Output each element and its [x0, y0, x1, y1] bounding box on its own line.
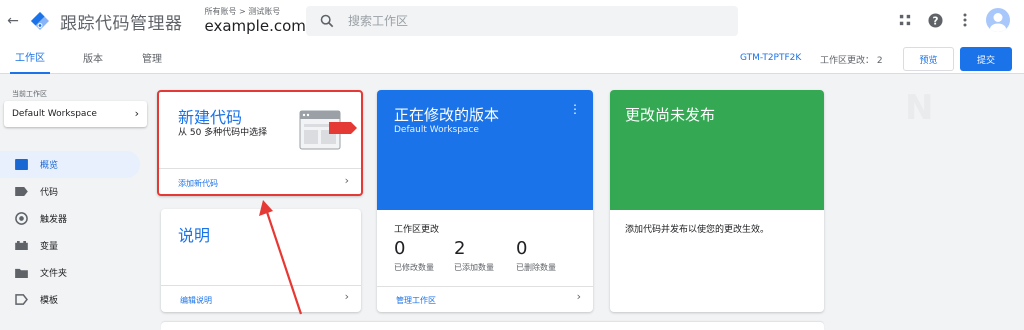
stat-value: 0	[394, 238, 406, 259]
top-icons: ?	[896, 8, 1010, 32]
watermark: N	[905, 88, 936, 128]
modified-count: 0 已修改数量	[394, 238, 434, 273]
sidebar-item-label: 文件夹	[40, 269, 68, 279]
app-title: 跟踪代码管理器	[60, 13, 183, 34]
preview-button[interactable]: 预览	[903, 47, 954, 71]
sidebar-item-label: 模板	[40, 296, 59, 306]
sidebar-nav: 概览 代码 触发器 变量 文件夹 模板	[0, 151, 152, 313]
stat-label: 已删除数量	[516, 263, 556, 272]
chevron-right-icon: ›	[576, 290, 581, 303]
unpublished-changes-card: 更改尚未发布 添加代码并发布以使您的更改生效。	[610, 90, 824, 312]
next-card-edge	[161, 322, 824, 330]
current-version-footer[interactable]: 管理工作区 ›	[377, 286, 593, 312]
avatar[interactable]	[986, 8, 1010, 32]
variable-icon	[14, 240, 28, 252]
sidebar-item-triggers[interactable]: 触发器	[0, 205, 152, 232]
workspace-name: Default Workspace	[12, 109, 97, 119]
sidebar-item-folders[interactable]: 文件夹	[0, 259, 152, 286]
chevron-right-icon: ›	[134, 107, 139, 120]
tag-illustration-icon	[299, 110, 357, 150]
add-new-tag-link[interactable]: 添加新代码	[178, 178, 218, 189]
current-version-hero: 正在修改的版本 Default Workspace ⋮	[377, 90, 593, 210]
account-breadcrumb: 所有账号 > 测试账号	[204, 6, 281, 16]
description-footer[interactable]: 编辑说明 ›	[161, 285, 361, 312]
stat-label: 已修改数量	[394, 263, 434, 272]
search-icon	[320, 14, 334, 28]
manage-workspaces-link[interactable]: 管理工作区	[396, 295, 436, 306]
sidebar-item-label: 代码	[40, 188, 59, 198]
sidebar: 当前工作区 Default Workspace › 概览 代码 触发器 变量 文…	[0, 75, 152, 330]
container-name-label: example.com	[204, 16, 306, 35]
stat-value: 2	[454, 238, 466, 259]
added-count: 2 已添加数量	[454, 238, 494, 273]
submit-button[interactable]: 提交	[960, 47, 1012, 71]
tab-workspace[interactable]: 工作区	[10, 42, 50, 74]
sidebar-item-variables[interactable]: 变量	[0, 232, 152, 259]
sidebar-item-templates[interactable]: 模板	[0, 286, 152, 313]
current-version-title: 正在修改的版本	[394, 106, 500, 124]
help-icon[interactable]: ?	[926, 11, 944, 29]
template-icon	[14, 294, 28, 306]
workspace-changes-label: 工作区更改	[394, 225, 440, 235]
sidebar-item-overview[interactable]: 概览	[0, 151, 140, 178]
apps-grid-icon[interactable]	[896, 11, 914, 29]
chevron-right-icon: ›	[344, 290, 349, 303]
workspace-changes-count: 工作区更改： 2	[820, 56, 883, 66]
container-picker[interactable]: 所有账号 > 测试账号 example.com ▼	[205, 7, 317, 36]
folder-icon	[14, 267, 28, 279]
sidebar-item-label: 变量	[40, 242, 59, 252]
container-id[interactable]: GTM-T2PTF2K	[740, 53, 801, 63]
sidebar-item-label: 触发器	[40, 215, 68, 225]
trigger-icon	[14, 212, 28, 225]
unpublished-message: 添加代码并发布以使您的更改生效。	[625, 225, 770, 235]
svg-text:?: ?	[932, 15, 938, 27]
new-tag-subtitle: 从 50 多种代码中选择	[178, 128, 268, 138]
tag-icon	[14, 186, 28, 198]
new-tag-footer[interactable]: 添加新代码 ›	[159, 168, 361, 194]
tab-bar: 工作区 版本 管理 GTM-T2PTF2K 工作区更改： 2 预览 提交	[0, 42, 1024, 74]
container-name[interactable]: example.com ▼	[205, 17, 317, 36]
sidebar-item-tags[interactable]: 代码	[0, 178, 152, 205]
top-app-bar: ← 跟踪代码管理器 所有账号 > 测试账号 example.com ▼	[0, 0, 1024, 42]
current-version-card: 正在修改的版本 Default Workspace ⋮ 工作区更改 0 已修改数…	[377, 90, 593, 312]
current-version-workspace: Default Workspace	[394, 125, 479, 135]
new-tag-card[interactable]: 新建代码 从 50 多种代码中选择 添加新代码 ›	[157, 90, 363, 196]
current-workspace-label: 当前工作区	[12, 90, 47, 98]
more-vert-icon[interactable]	[956, 11, 974, 29]
search-input[interactable]	[348, 14, 708, 28]
search-bar[interactable]	[306, 6, 738, 36]
chevron-right-icon: ›	[344, 174, 349, 187]
description-title: 说明	[178, 226, 211, 245]
tab-admin[interactable]: 管理	[136, 42, 168, 74]
unpublished-hero: 更改尚未发布	[610, 90, 824, 210]
more-vert-icon[interactable]: ⋮	[569, 102, 581, 116]
stat-label: 已添加数量	[454, 263, 494, 272]
workspace-selector[interactable]: Default Workspace ›	[4, 101, 147, 127]
deleted-count: 0 已删除数量	[516, 238, 556, 273]
edit-description-link[interactable]: 编辑说明	[180, 295, 212, 306]
back-arrow-icon[interactable]: ←	[4, 13, 22, 29]
sidebar-item-label: 概览	[40, 161, 59, 171]
tab-versions[interactable]: 版本	[78, 42, 108, 74]
stat-value: 0	[516, 238, 528, 259]
unpublished-title: 更改尚未发布	[625, 106, 716, 124]
description-card: 说明 编辑说明 ›	[161, 209, 361, 312]
overview-icon	[14, 159, 28, 171]
gtm-logo-icon	[30, 11, 50, 31]
